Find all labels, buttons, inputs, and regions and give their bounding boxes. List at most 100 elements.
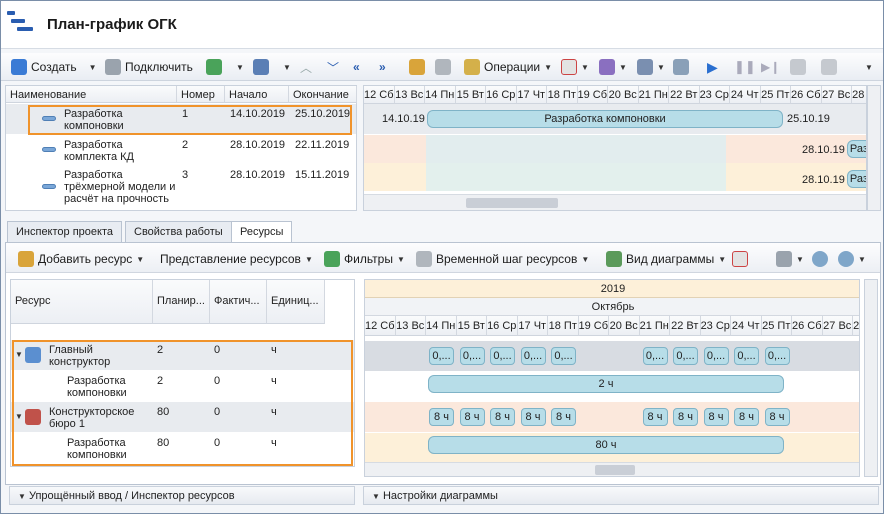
day-header: 26 Сб bbox=[791, 86, 822, 104]
table-row[interactable]: ▼ Конструкторское бюро 1 80 0 ч bbox=[11, 402, 354, 432]
filters-button[interactable]: Фильтры ▼ bbox=[324, 249, 405, 269]
tab-project-inspector[interactable]: Инспектор проекта bbox=[7, 221, 122, 242]
pause-button[interactable]: ❚❚ bbox=[734, 57, 756, 77]
column-header-name[interactable]: Наименование bbox=[6, 86, 177, 103]
calendar-button[interactable] bbox=[732, 249, 748, 269]
scrollbar-thumb[interactable] bbox=[466, 198, 558, 208]
toolbar-overflow[interactable]: ▼ bbox=[865, 57, 873, 77]
load-chip[interactable]: 8 ч bbox=[734, 408, 759, 426]
column-header-resource[interactable]: Ресурс bbox=[11, 280, 153, 324]
timestep-button[interactable]: Временной шаг ресурсов ▼ bbox=[416, 249, 589, 269]
day-header: 14 Пн bbox=[425, 86, 456, 104]
create-button[interactable]: Создать ▼ bbox=[11, 57, 97, 77]
load-chip[interactable]: 8 ч bbox=[459, 408, 485, 426]
column-header-units[interactable]: Единиц... bbox=[267, 280, 325, 324]
vertical-scrollbar[interactable] bbox=[864, 279, 878, 477]
vertical-scrollbar[interactable] bbox=[867, 85, 881, 211]
chevron-down-icon: ▼ bbox=[18, 492, 26, 501]
load-chip[interactable]: 8 ч bbox=[642, 408, 668, 426]
horizontal-scrollbar[interactable] bbox=[365, 462, 859, 476]
load-chip[interactable]: 0,... bbox=[642, 347, 668, 365]
resource-view-dropdown[interactable]: Представление ресурсов ▼ bbox=[160, 249, 313, 269]
percent-button[interactable]: ▼ bbox=[599, 57, 627, 77]
table-row[interactable]: Разработка трёхмерной модели и расчёт на… bbox=[6, 166, 356, 210]
gantt-bar[interactable]: Разр bbox=[847, 140, 866, 158]
tab-resources[interactable]: Ресурсы bbox=[231, 221, 293, 243]
calendar-button[interactable]: ▼ bbox=[561, 57, 589, 77]
load-chip[interactable]: 0,... bbox=[490, 347, 515, 365]
move-up-button[interactable]: ︿ bbox=[300, 57, 312, 77]
column-header-end[interactable]: Окончание bbox=[289, 86, 357, 103]
link-button[interactable] bbox=[435, 57, 451, 77]
diagram-settings-toggle[interactable]: ▼ Настройки диаграммы bbox=[363, 486, 879, 505]
refresh-button[interactable] bbox=[673, 57, 689, 77]
zoom-in-button[interactable]: ▼ bbox=[838, 249, 866, 269]
export-button[interactable] bbox=[821, 57, 837, 77]
create-icon bbox=[11, 59, 27, 75]
load-chip[interactable]: 0,... bbox=[673, 347, 698, 365]
load-chip[interactable]: 0,... bbox=[520, 347, 546, 365]
load-chip[interactable]: 8 ч bbox=[551, 408, 576, 426]
load-chip[interactable]: 0,... bbox=[429, 347, 454, 365]
load-chip[interactable]: 0,... bbox=[764, 347, 790, 365]
day-header: 24 Чт bbox=[731, 316, 762, 336]
move-down-button[interactable]: ﹀ bbox=[327, 57, 339, 77]
horizontal-scrollbar[interactable] bbox=[364, 194, 866, 210]
main-window: План-график ОГК Создать ▼ Подключить ▼ ▼ … bbox=[0, 0, 884, 514]
tab-work-properties[interactable]: Свойства работы bbox=[125, 221, 232, 242]
table-row[interactable]: Разработка компоновки 80 0 ч bbox=[11, 433, 354, 463]
load-chip[interactable]: 8 ч bbox=[490, 408, 515, 426]
resource-bar[interactable]: 80 ч bbox=[428, 436, 784, 454]
load-chip[interactable]: 8 ч bbox=[764, 408, 790, 426]
settings-button[interactable]: ▼ bbox=[637, 57, 665, 77]
load-chip[interactable]: 0,... bbox=[551, 347, 576, 365]
load-chip[interactable]: 8 ч bbox=[429, 408, 454, 426]
play-button[interactable]: ▶ bbox=[707, 57, 718, 77]
outdent-button[interactable]: ▼ bbox=[253, 57, 291, 77]
first-button[interactable]: « bbox=[353, 57, 360, 77]
collapse-icon[interactable]: ▼ bbox=[15, 412, 23, 421]
column-header-number[interactable]: Номер bbox=[177, 86, 225, 103]
stop-button[interactable] bbox=[790, 57, 806, 77]
table-row[interactable]: Разработка компоновки 1 14.10.2019 25.10… bbox=[6, 104, 356, 134]
moneybag-icon bbox=[409, 59, 425, 75]
last-button[interactable]: » bbox=[379, 57, 386, 77]
chevron-down-icon: ▼ bbox=[865, 62, 873, 72]
load-chip[interactable]: 0,... bbox=[703, 347, 729, 365]
print-button[interactable]: ▼ bbox=[776, 249, 804, 269]
day-header: 19 Сб bbox=[578, 316, 609, 336]
add-resource-button[interactable]: Добавить ресурс ▼ bbox=[18, 249, 144, 269]
column-header-start[interactable]: Начало bbox=[225, 86, 289, 103]
day-header: 20 Вс bbox=[608, 86, 639, 104]
skip-button[interactable]: ▶❙ bbox=[761, 57, 780, 77]
diagram-view-button[interactable]: Вид диаграммы ▼ bbox=[606, 249, 726, 269]
money-button[interactable] bbox=[409, 57, 425, 77]
printer-icon bbox=[416, 251, 432, 267]
scrollbar-thumb[interactable] bbox=[595, 465, 635, 475]
gantt-app-icon bbox=[7, 9, 35, 35]
zoom-icon bbox=[812, 251, 828, 267]
gantt-bar[interactable]: Разр bbox=[847, 170, 866, 188]
simple-input-panel-toggle[interactable]: ▼ Упрощённый ввод / Инспектор ресурсов bbox=[9, 486, 355, 505]
gantt-bar[interactable]: Разработка компоновки bbox=[427, 110, 783, 128]
resource-bar[interactable]: 2 ч bbox=[428, 375, 784, 393]
indent-button[interactable]: ▼ bbox=[206, 57, 244, 77]
load-chip[interactable]: 8 ч bbox=[703, 408, 729, 426]
load-chip[interactable]: 0,... bbox=[734, 347, 759, 365]
operations-button[interactable]: Операции ▼ bbox=[464, 57, 552, 77]
load-chip[interactable]: 8 ч bbox=[673, 408, 698, 426]
column-header-actual[interactable]: Фактич... bbox=[210, 280, 267, 324]
load-chip[interactable]: 8 ч bbox=[520, 408, 546, 426]
team-icon bbox=[25, 409, 41, 425]
table-row[interactable]: Разработка компоновки 2 0 ч bbox=[11, 371, 354, 401]
stop-icon bbox=[790, 59, 806, 75]
chevron-down-icon: ▼ bbox=[372, 492, 380, 501]
zoom-fit-button[interactable] bbox=[812, 249, 828, 269]
load-chip[interactable]: 0,... bbox=[459, 347, 485, 365]
table-row[interactable]: ▼ Главный конструктор 2 0 ч bbox=[11, 340, 354, 370]
printer-icon bbox=[776, 251, 792, 267]
column-header-planned[interactable]: Планир... bbox=[153, 280, 210, 324]
collapse-icon[interactable]: ▼ bbox=[15, 350, 23, 359]
table-row[interactable]: Разработка комплекта КД 2 28.10.2019 22.… bbox=[6, 135, 356, 165]
connect-button[interactable]: Подключить bbox=[105, 57, 193, 77]
